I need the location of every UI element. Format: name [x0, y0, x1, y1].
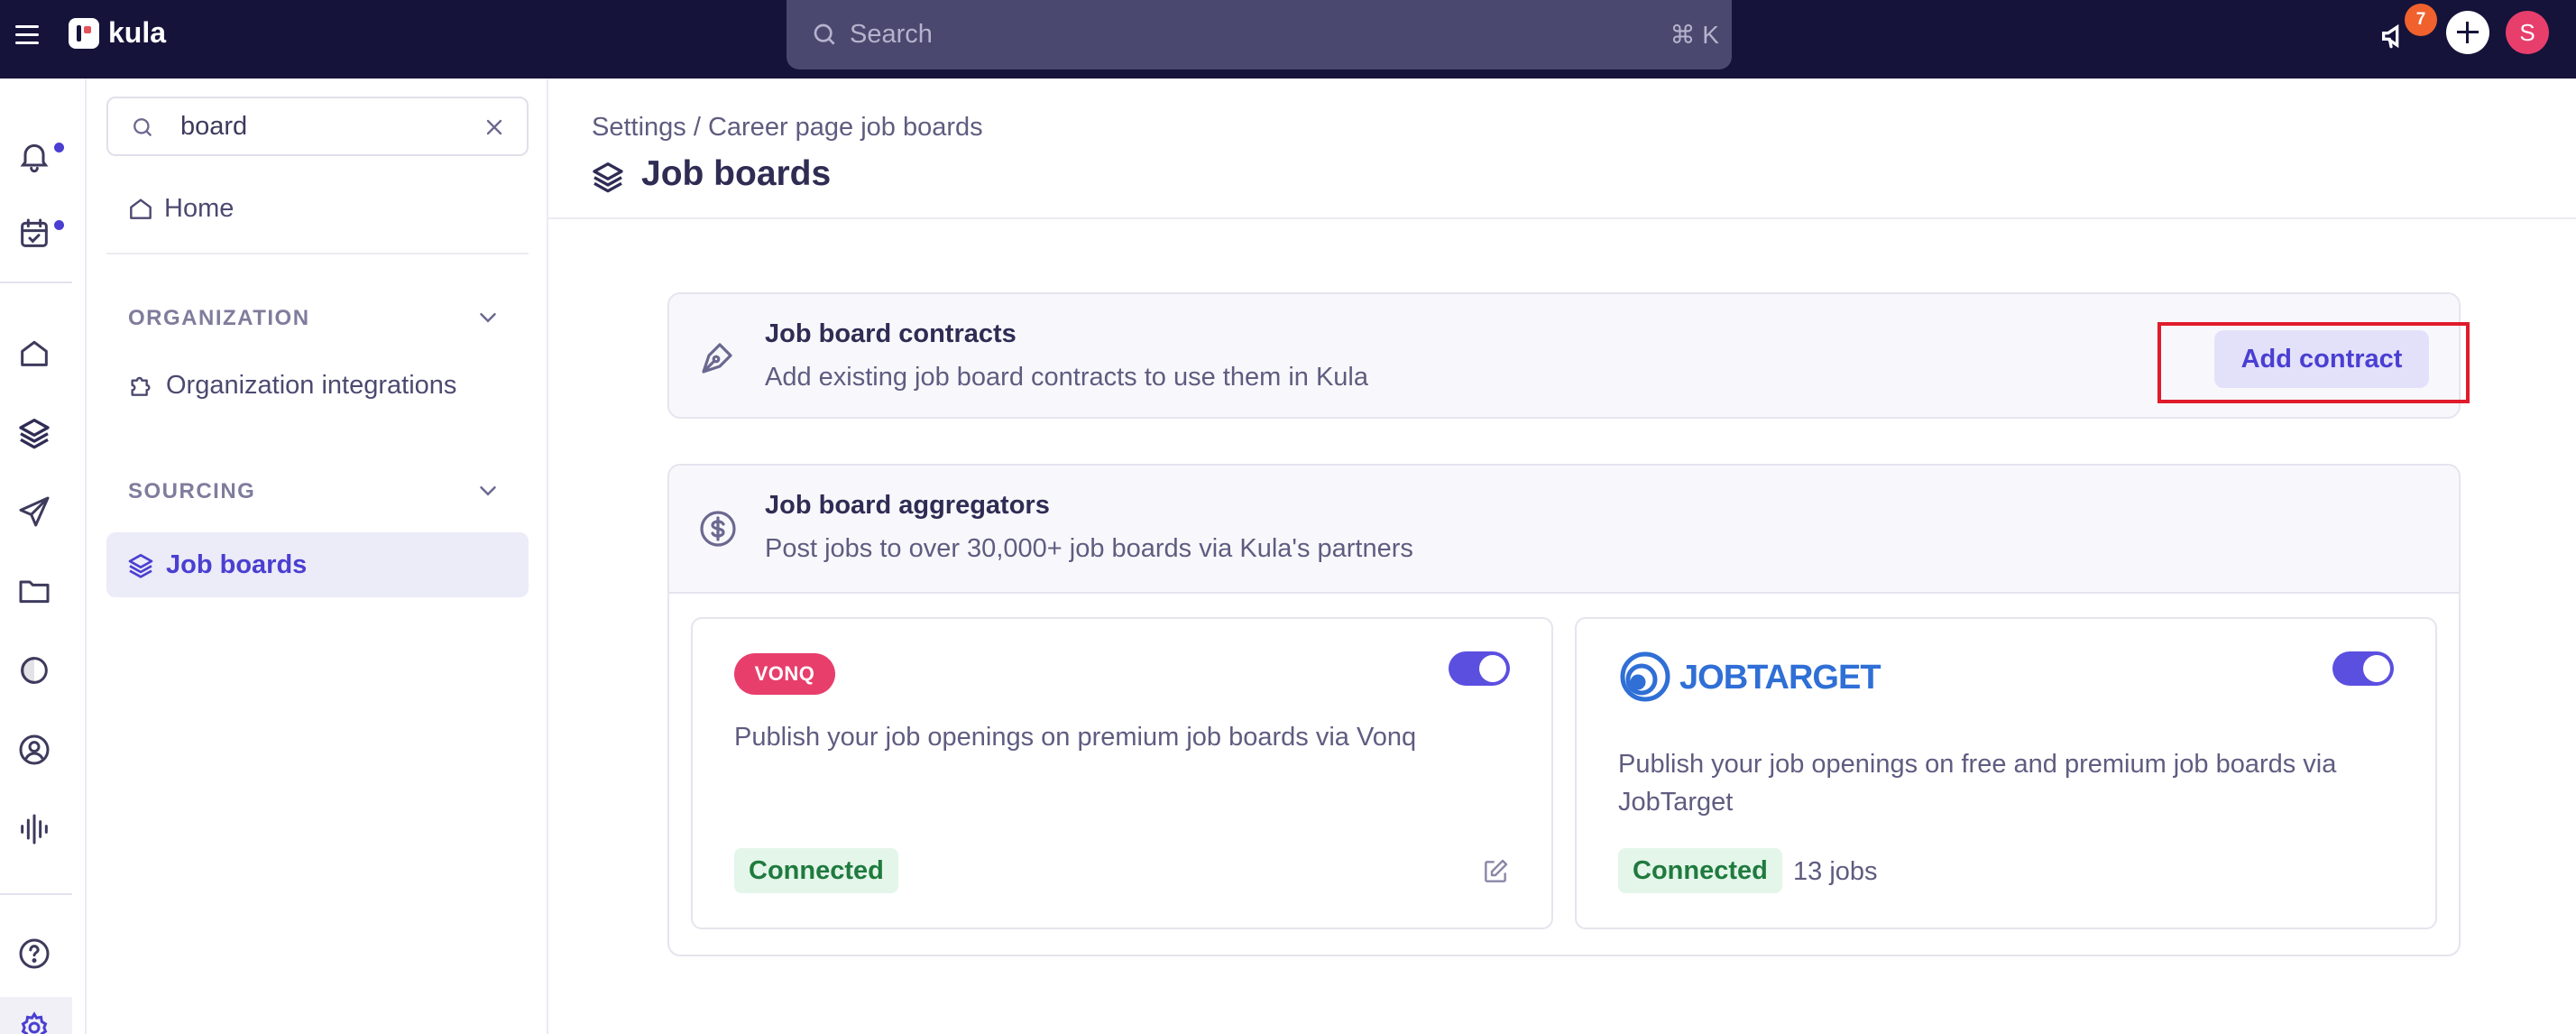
page-title: Job boards — [641, 154, 832, 193]
sidebar-divider — [106, 253, 529, 254]
puzzle-icon — [131, 376, 151, 396]
jobs-count-link[interactable]: 13 jobs — [1793, 857, 1878, 887]
jobtarget-toggle[interactable] — [2332, 651, 2394, 686]
sidebar-item-job-boards[interactable]: Job boards — [106, 532, 529, 597]
provider-description: Publish your job openings on premium job… — [734, 723, 1417, 752]
jobtarget-logo-text: JOBTARGET — [1679, 659, 1881, 697]
main-content: Settings / Career page job boards Job bo… — [548, 78, 2576, 1034]
send-icon[interactable] — [16, 494, 52, 530]
rail-divider — [0, 893, 72, 895]
calendar-check-icon[interactable] — [16, 216, 52, 252]
settings-search-input[interactable]: board — [106, 97, 529, 156]
section-title-organization: ORGANIZATION — [128, 306, 310, 330]
sidebar-item-label: Organization integrations — [166, 371, 457, 400]
calendar-dot — [54, 220, 64, 230]
settings-icon[interactable] — [16, 1010, 52, 1034]
home-icon[interactable] — [16, 335, 52, 371]
search-icon — [814, 23, 835, 45]
provider-description: Publish your job openings on free and pr… — [1618, 750, 2337, 817]
chevron-down-icon[interactable] — [474, 304, 501, 331]
provider-card-vonq: VONQ Publish your job openings on premiu… — [691, 617, 1553, 929]
create-button[interactable] — [2446, 11, 2489, 54]
bell-icon[interactable] — [16, 138, 52, 174]
layers-icon[interactable] — [16, 414, 52, 450]
close-icon[interactable] — [482, 115, 507, 140]
settings-sidebar: board Home ORGANIZATION Organization int… — [87, 78, 548, 1034]
status-badge: Connected — [734, 848, 898, 893]
notification-dot — [54, 143, 64, 152]
top-bar: kula Search ⌘ K 7 S — [0, 0, 2576, 78]
header-divider — [548, 217, 2576, 219]
search-placeholder[interactable]: Search — [850, 20, 933, 50]
notification-badge: 7 — [2405, 4, 2437, 36]
sidebar-item-label: Job boards — [166, 550, 308, 579]
kula-logo-icon[interactable] — [69, 18, 99, 49]
aggregators-list: VONQ Publish your job openings on premiu… — [669, 592, 2459, 955]
home-icon — [130, 198, 152, 219]
search-icon — [133, 118, 152, 137]
icon-rail — [0, 78, 87, 1034]
breadcrumb[interactable]: Settings / Career page job boards — [592, 113, 983, 143]
user-circle-icon[interactable] — [16, 732, 52, 768]
contracts-title: Job board contracts — [765, 319, 1017, 348]
menu-icon[interactable] — [13, 20, 41, 52]
pen-nib-icon — [702, 343, 732, 374]
vonq-toggle[interactable] — [1449, 651, 1510, 686]
brand-name[interactable]: kula — [108, 16, 166, 50]
aggregators-description: Post jobs to over 30,000+ job boards via… — [765, 534, 1413, 563]
target-icon — [1620, 651, 1670, 702]
chevron-down-icon[interactable] — [474, 477, 501, 504]
edit-icon[interactable] — [1481, 857, 1510, 886]
avatar[interactable]: S — [2506, 11, 2549, 54]
dollar-circle-icon — [700, 511, 736, 547]
job-board-aggregators-card: Job board aggregators Post jobs to over … — [667, 464, 2461, 956]
sidebar-item-organization-integrations[interactable]: Organization integrations — [106, 353, 529, 418]
settings-search-value[interactable]: board — [180, 112, 247, 142]
jobtarget-logo: JOBTARGET — [1618, 650, 1889, 704]
half-circle-icon[interactable] — [16, 652, 52, 688]
contracts-description: Add existing job board contracts to use … — [765, 363, 1368, 392]
search-shortcut: ⌘ K — [1670, 21, 1719, 49]
folder-icon[interactable] — [16, 573, 52, 609]
audio-bars-icon[interactable] — [16, 811, 52, 847]
add-contract-button[interactable]: Add contract — [2214, 330, 2429, 388]
help-icon[interactable] — [16, 936, 52, 972]
status-badge: Connected — [1618, 848, 1782, 893]
sidebar-item-home[interactable]: Home — [106, 176, 529, 241]
layers-icon — [593, 162, 623, 193]
global-search-bar[interactable]: Search ⌘ K — [787, 0, 1732, 69]
provider-card-jobtarget: JOBTARGET Publish your job openings on f… — [1575, 617, 2437, 929]
sidebar-item-label: Home — [164, 194, 235, 223]
layers-icon — [128, 554, 153, 578]
vonq-logo: VONQ — [734, 653, 835, 695]
aggregators-title: Job board aggregators — [765, 491, 1050, 520]
rail-divider — [0, 282, 72, 283]
settings-nav-item[interactable] — [0, 997, 72, 1034]
section-title-sourcing: SOURCING — [128, 479, 256, 503]
